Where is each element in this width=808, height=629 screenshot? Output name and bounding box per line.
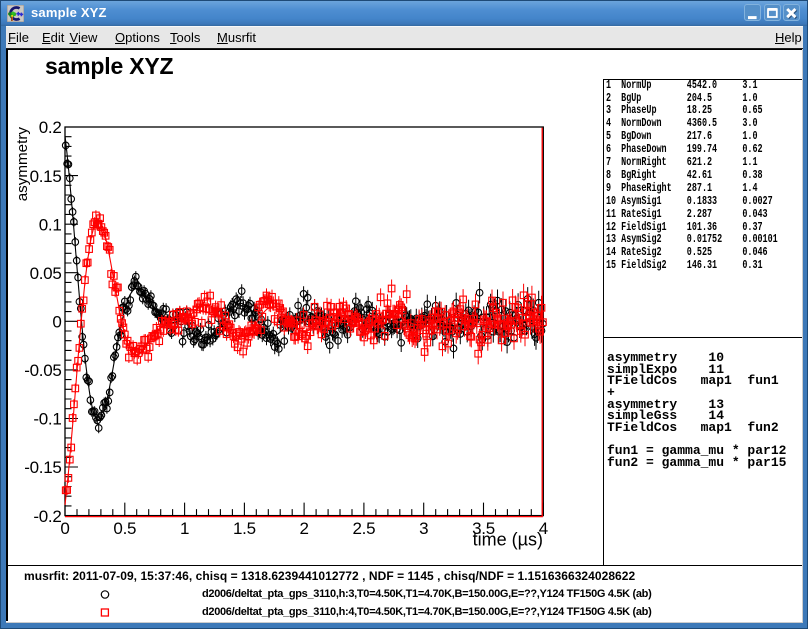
svg-text:-0.05: -0.05 (24, 361, 61, 380)
svg-text:0.15: 0.15 (30, 167, 62, 186)
svg-text:0.5: 0.5 (113, 519, 136, 538)
svg-text:0: 0 (52, 313, 61, 332)
svg-text:1: 1 (180, 519, 189, 538)
svg-text:2: 2 (300, 519, 309, 538)
svg-text:time (µs): time (µs) (473, 530, 543, 550)
svg-text:1.5: 1.5 (233, 519, 256, 538)
svg-text:0: 0 (60, 519, 69, 538)
svg-text:-0.15: -0.15 (24, 458, 61, 477)
svg-text:-0.2: -0.2 (33, 507, 61, 526)
svg-text:2.5: 2.5 (353, 519, 376, 538)
svg-text:0.2: 0.2 (39, 118, 62, 137)
svg-text:0.05: 0.05 (30, 264, 62, 283)
svg-text:asymmetry: asymmetry (14, 127, 31, 202)
svg-text:0.1: 0.1 (39, 215, 62, 234)
svg-text:-0.1: -0.1 (33, 410, 61, 429)
svg-text:3: 3 (419, 519, 428, 538)
